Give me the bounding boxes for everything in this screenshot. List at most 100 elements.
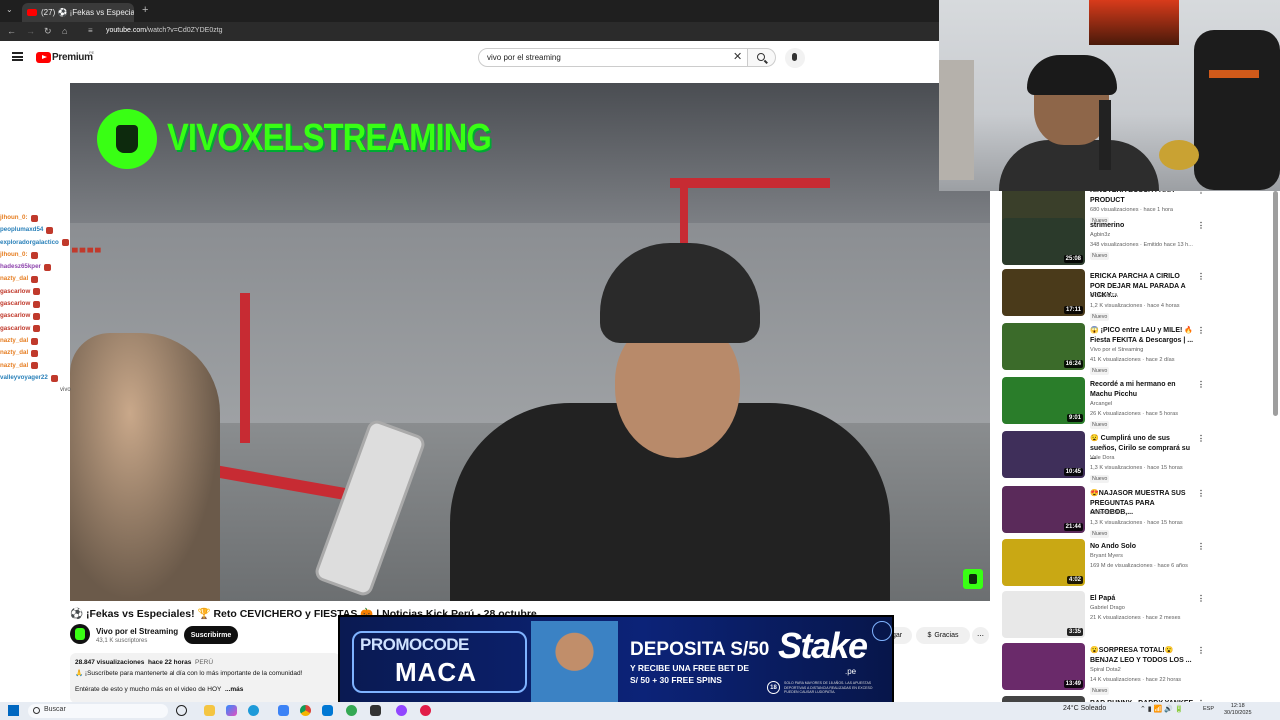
chat-message: gascarlow	[0, 286, 70, 298]
more-options-icon[interactable]: ⋮	[1197, 380, 1202, 389]
thanks-button[interactable]: $ Gracias	[916, 627, 970, 644]
store-icon[interactable]	[278, 705, 289, 716]
clock[interactable]: 12:18 30/10/2025	[1224, 703, 1252, 717]
video-thumbnail[interactable]: 17:11	[1002, 269, 1085, 316]
more-options-icon[interactable]: ⋮	[1197, 221, 1202, 230]
related-video-title[interactable]: No Ando Solo	[1090, 542, 1196, 552]
search-button[interactable]	[748, 48, 776, 67]
channel-watermark-icon[interactable]	[963, 569, 983, 589]
menu-icon[interactable]	[12, 52, 23, 61]
video-thumbnail[interactable]: 25:08	[1002, 218, 1085, 265]
video-thumbnail[interactable]: 9:01	[1002, 377, 1085, 424]
video-description[interactable]: 28.847 visualizaciones hace 22 horas PER…	[70, 653, 340, 703]
search-input[interactable]: vivo por el streaming	[478, 48, 748, 67]
related-video-channel[interactable]: Arcangel	[1090, 401, 1112, 407]
related-video-channel[interactable]: GORDOTA	[1090, 293, 1118, 299]
chat-username[interactable]: nazty_dal	[0, 347, 28, 359]
url-field[interactable]: youtube.com/watch?v=Cd0ZYDE0ztg	[106, 27, 223, 34]
chat-username[interactable]: jlhoun_0:	[0, 249, 28, 261]
youtube-logo-text[interactable]: Premium	[52, 52, 93, 63]
chat-username[interactable]: gascarlow	[0, 310, 30, 322]
chat-username[interactable]: valleyvoyager22	[0, 372, 48, 384]
video-thumbnail[interactable]: 10:45	[1002, 431, 1085, 478]
related-video-title[interactable]: KINOTEKA BUSCA PARA PRODUCT	[1090, 191, 1196, 205]
taskbar-search[interactable]: Buscar	[28, 704, 168, 718]
related-video-meta: 1,3 K visualizaciones · hace 15 horas	[1090, 465, 1183, 471]
related-video-title[interactable]: strimerino	[1090, 221, 1196, 231]
reload-icon[interactable]: ↻	[44, 26, 52, 37]
related-video-title[interactable]: 😮SORPRESA TOTAL!😮 BENJAZ LEO Y TODOS LOS…	[1090, 646, 1196, 665]
app-icon[interactable]	[370, 705, 381, 716]
related-video-channel[interactable]: Agbin3z	[1090, 232, 1110, 238]
more-actions-button[interactable]: ⋯	[972, 627, 989, 644]
youtube-tab-icon	[27, 9, 37, 16]
chat-username[interactable]: gascarlow	[0, 323, 30, 335]
site-info-icon[interactable]: ≡	[88, 26, 93, 35]
clear-search-icon[interactable]: ✕	[733, 50, 742, 63]
related-video-channel[interactable]: Gabriel Drago	[1090, 605, 1125, 611]
related-video-meta: 14 K visualizaciones · hace 22 horas	[1090, 677, 1182, 683]
chat-emote-icon	[46, 226, 54, 234]
home-icon[interactable]: ⌂	[62, 26, 67, 36]
video-thumbnail[interactable]: 13:49	[1002, 643, 1085, 690]
video-thumbnail[interactable]: 3:35	[1002, 591, 1085, 638]
video-thumbnail[interactable]: 16:24	[1002, 323, 1085, 370]
chat-username[interactable]: gascarlow	[0, 298, 30, 310]
edge-icon[interactable]	[248, 705, 259, 716]
forward-icon[interactable]: →	[26, 26, 35, 36]
more-options-icon[interactable]: ⋮	[1197, 191, 1202, 195]
video-thumbnail[interactable]: 21:44	[1002, 486, 1085, 533]
chat-emote-icon	[33, 313, 41, 321]
system-tray-icons[interactable]: ⌃ ▮ 📶 🔊 🔋	[1140, 705, 1184, 713]
more-options-icon[interactable]: ⋮	[1197, 272, 1202, 281]
channel-name[interactable]: Vivo por el Streaming	[96, 627, 178, 636]
voice-search-icon[interactable]	[785, 48, 805, 68]
mail-icon[interactable]	[322, 705, 333, 716]
related-video-channel[interactable]: Spiral Dota2	[1090, 667, 1121, 673]
copilot-icon[interactable]	[226, 705, 237, 716]
more-options-icon[interactable]: ⋮	[1197, 326, 1202, 335]
related-video-channel[interactable]: Bryant Myers	[1090, 553, 1123, 559]
subscribe-button[interactable]: Suscribirme	[184, 626, 238, 644]
more-options-icon[interactable]: ⋮	[1197, 542, 1202, 551]
chat-username[interactable]: peoplumaxd54	[0, 224, 43, 236]
more-options-icon[interactable]: ⋮	[1197, 646, 1202, 655]
chat-username[interactable]: hadesz65kper	[0, 261, 41, 273]
more-options-icon[interactable]: ⋮	[1197, 594, 1202, 603]
video-thumbnail[interactable]: 4:02	[1002, 539, 1085, 586]
more-options-icon[interactable]: ⋮	[1197, 489, 1202, 498]
task-view-icon[interactable]	[176, 705, 187, 716]
youtube-logo-icon[interactable]	[36, 52, 51, 63]
chat-username[interactable]: nazty_dal	[0, 335, 28, 347]
related-video-title[interactable]: Recordé a mi hermano en Machu Picchu	[1090, 380, 1196, 399]
more-options-icon[interactable]: ⋮	[1197, 434, 1202, 443]
new-tab-button[interactable]: +	[142, 4, 148, 16]
related-video-channel[interactable]: ClebedOTA	[1090, 510, 1119, 516]
related-video-channel[interactable]: Vivo por el Streaming	[1090, 347, 1143, 353]
browser-tab[interactable]: (27) ⚽ ¡Fekas vs Especiale 🔊 ✕	[22, 3, 134, 22]
app-icon[interactable]	[396, 705, 407, 716]
chat-username[interactable]: gascarlow	[0, 286, 30, 298]
webcam-person-body	[999, 140, 1159, 191]
chat-emotes: ▀▀▀▀	[72, 248, 103, 257]
related-video-channel[interactable]: Vale Dora	[1090, 455, 1114, 461]
show-more-link[interactable]: ...más	[225, 686, 243, 693]
video-player[interactable]: VIVOXELSTREAMING	[70, 83, 990, 601]
chrome-icon[interactable]	[300, 705, 311, 716]
back-icon[interactable]: ←	[7, 26, 16, 36]
browser-active-icon[interactable]	[346, 705, 357, 716]
language-indicator[interactable]: ESP	[1203, 706, 1214, 712]
related-video-title[interactable]: El Papá	[1090, 594, 1196, 604]
chat-username[interactable]: jlhoun_0:	[0, 212, 28, 224]
start-icon[interactable]	[8, 705, 19, 716]
explorer-icon[interactable]	[204, 705, 215, 716]
weather-widget[interactable]: 24°C Soleado	[1063, 705, 1106, 712]
channel-avatar[interactable]	[70, 624, 90, 644]
chat-username[interactable]: nazty_dal	[0, 273, 28, 285]
chat-username[interactable]: nazty_dal	[0, 360, 28, 372]
app-icon[interactable]	[420, 705, 431, 716]
page-scrollbar[interactable]	[1273, 191, 1278, 416]
tab-list-button[interactable]: ⌄	[6, 5, 13, 14]
chat-username[interactable]: exploradorgalactico	[0, 237, 59, 249]
related-video-title[interactable]: 😱 ¡PICO entre LAU y MILE! 🔥 Fiesta FEKIT…	[1090, 326, 1196, 345]
